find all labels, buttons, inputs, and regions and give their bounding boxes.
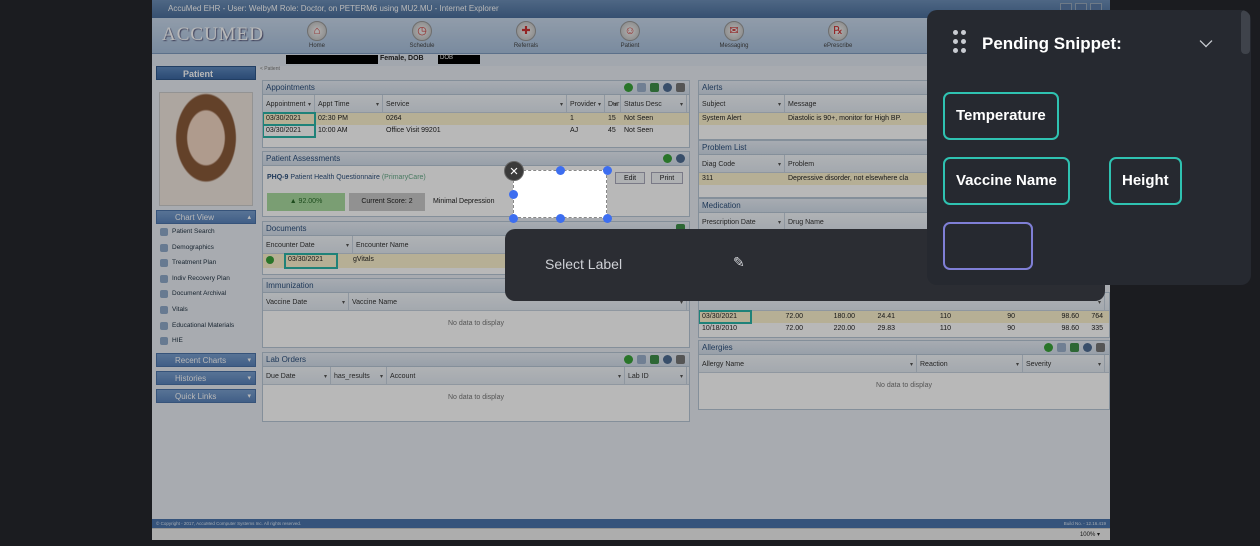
pending-snippet-panel: Pending Snippet: Temperature Vaccine Nam…: [927, 10, 1251, 285]
chip-height[interactable]: Height: [1109, 157, 1182, 205]
resize-handle[interactable]: [556, 214, 565, 223]
close-icon[interactable]: ×: [504, 161, 524, 181]
resize-handle[interactable]: [509, 190, 518, 199]
resize-handle[interactable]: [603, 166, 612, 175]
selection-box[interactable]: [509, 166, 612, 223]
panel-title: Pending Snippet:: [982, 34, 1122, 53]
resize-handle[interactable]: [509, 214, 518, 223]
drag-handle-icon[interactable]: [953, 30, 967, 54]
select-label-text[interactable]: Select Label: [545, 256, 622, 272]
scrollbar[interactable]: [1241, 10, 1250, 54]
chip-partial[interactable]: [943, 222, 1033, 270]
chevron-down-icon[interactable]: [1199, 34, 1213, 48]
chip-vaccine-name[interactable]: Vaccine Name: [943, 157, 1070, 205]
chip-temperature[interactable]: Temperature: [943, 92, 1059, 140]
resize-handle[interactable]: [556, 166, 565, 175]
pencil-icon[interactable]: ✎: [733, 254, 745, 271]
resize-handle[interactable]: [603, 214, 612, 223]
